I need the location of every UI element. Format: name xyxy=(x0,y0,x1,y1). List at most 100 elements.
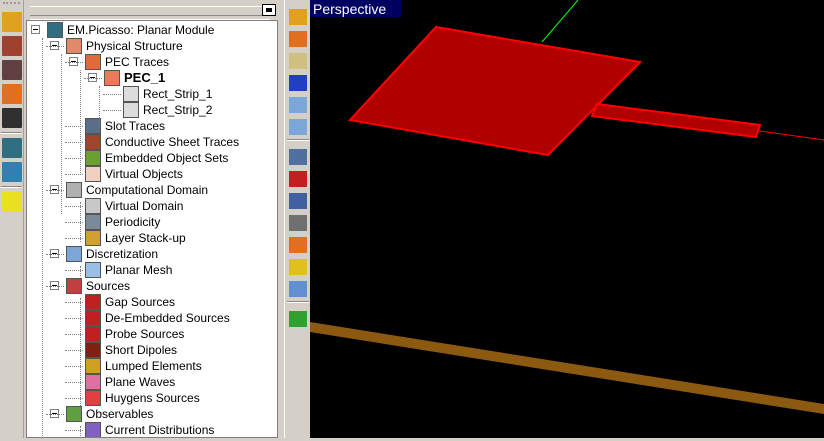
ground-plane xyxy=(310,322,824,414)
virtual-objects-icon xyxy=(85,166,101,182)
tree-item-label: Probe Sources xyxy=(105,327,185,341)
tree-item[interactable]: PEC_1 xyxy=(27,70,277,86)
tree-connector xyxy=(46,286,64,287)
tree-item[interactable]: Embedded Object Sets xyxy=(27,150,277,166)
graph-icon[interactable] xyxy=(289,215,307,231)
tree-item-label: Huygens Sources xyxy=(105,391,200,405)
scene-canvas[interactable] xyxy=(310,0,824,438)
panel-title-bar[interactable] xyxy=(30,6,270,16)
waveform-icon[interactable] xyxy=(289,31,307,47)
plane-wave-icon xyxy=(85,374,101,390)
tree-item[interactable]: Gap Sources xyxy=(27,294,277,310)
toolbar-separator xyxy=(287,139,309,141)
tree-item-label: Periodicity xyxy=(105,215,161,229)
tree-item-label: Virtual Domain xyxy=(105,199,184,213)
terrain-module-icon[interactable] xyxy=(2,36,22,56)
mesh-settings-icon[interactable] xyxy=(289,119,307,135)
rect-strip-icon xyxy=(123,86,139,102)
excel-variables-icon[interactable] xyxy=(289,171,307,187)
tree-item[interactable]: Discretization xyxy=(27,246,277,262)
tree-connector xyxy=(46,254,64,255)
tree-connector xyxy=(103,110,121,111)
box-domain-icon[interactable] xyxy=(289,75,307,91)
mom-module-icon[interactable] xyxy=(2,108,22,128)
tree-item[interactable]: Huygens Sources xyxy=(27,390,277,406)
tree-item-label: PEC Traces xyxy=(105,55,170,69)
y-axis-line xyxy=(541,0,579,43)
planar-module-icon[interactable] xyxy=(2,138,22,158)
tree-item[interactable]: Probe Sources xyxy=(27,326,277,342)
tree-item[interactable]: Computational Domain xyxy=(27,182,277,198)
tree-item-label: PEC_1 xyxy=(124,70,166,85)
function-icon[interactable] xyxy=(289,149,307,165)
cad-module-icon[interactable] xyxy=(2,12,22,32)
planar-mesh-icon xyxy=(85,262,101,278)
tree-item[interactable]: Layer Stack-up xyxy=(27,230,277,246)
plot-data-icon[interactable] xyxy=(289,259,307,275)
tree-item-label: Physical Structure xyxy=(86,39,183,53)
tools-toolbar xyxy=(284,0,310,438)
navigation-tree: EM.Picasso: Planar Module Physical Struct… xyxy=(26,20,278,438)
power-variable-icon[interactable] xyxy=(289,193,307,209)
tree-item[interactable]: PEC Traces xyxy=(27,54,277,70)
patch-rect-strip-1[interactable] xyxy=(348,25,643,157)
tree-item[interactable]: Physical Structure xyxy=(27,38,277,54)
propagation-module-icon[interactable] xyxy=(2,162,22,182)
mesh-grid-icon[interactable] xyxy=(289,97,307,113)
tree-item[interactable]: De-Embedded Sources xyxy=(27,310,277,326)
tree-item-label: Rect_Strip_2 xyxy=(143,103,213,117)
huygens-source-icon xyxy=(85,390,101,406)
rect-strip-icon xyxy=(123,102,139,118)
tree-item-label: Computational Domain xyxy=(86,183,209,197)
tree-connector xyxy=(42,38,43,437)
toolbar-grip[interactable] xyxy=(3,2,20,8)
feed-rect-strip-2[interactable] xyxy=(590,102,762,139)
module-toolbar xyxy=(0,0,24,438)
tree-item[interactable]: Short Dipoles xyxy=(27,342,277,358)
embedded-objects-icon xyxy=(85,150,101,166)
tree-item-label: Gap Sources xyxy=(105,295,176,309)
fdtd-module-icon[interactable] xyxy=(2,84,22,104)
tree-item[interactable]: Lumped Elements xyxy=(27,358,277,374)
ruler-icon[interactable] xyxy=(289,9,307,25)
tree-item-label: Embedded Object Sets xyxy=(105,151,229,165)
check-icon[interactable] xyxy=(289,237,307,253)
wave-module-icon[interactable] xyxy=(2,60,22,80)
tree-item-label: Observables xyxy=(86,407,154,421)
tree-item[interactable]: Current Distributions xyxy=(27,422,277,437)
maximize-button[interactable] xyxy=(262,4,276,16)
toolbar-separator xyxy=(1,132,22,134)
probe-source-icon xyxy=(85,326,101,342)
tree-item-label: Lumped Elements xyxy=(105,359,202,373)
tree-item[interactable]: EM.Picasso: Planar Module xyxy=(27,22,277,38)
tree-item[interactable]: Slot Traces xyxy=(27,118,277,134)
tree-item[interactable]: Plane Waves xyxy=(27,374,277,390)
tree-item[interactable]: Rect_Strip_2 xyxy=(27,102,277,118)
physical-structure-icon xyxy=(66,38,82,54)
tree-item[interactable]: Planar Mesh xyxy=(27,262,277,278)
pec-group-icon xyxy=(104,70,120,86)
tree-item-label: Layer Stack-up xyxy=(105,231,186,245)
materials-icon[interactable] xyxy=(289,53,307,69)
toolbar-separator xyxy=(1,186,22,188)
de-embedded-source-icon xyxy=(85,310,101,326)
3d-viewport[interactable]: Perspective xyxy=(310,0,824,438)
virtual-domain-icon xyxy=(85,198,101,214)
calculator-icon[interactable] xyxy=(289,281,307,297)
tree-item[interactable]: Rect_Strip_1 xyxy=(27,86,277,102)
globe-icon[interactable] xyxy=(2,192,22,212)
tree-item[interactable]: Virtual Objects xyxy=(27,166,277,182)
layer-stackup-icon xyxy=(85,230,101,246)
tree-item-label: De-Embedded Sources xyxy=(105,311,230,325)
tree-connector xyxy=(80,70,81,175)
tree-item[interactable]: Observables xyxy=(27,406,277,422)
collapse-toggle[interactable] xyxy=(31,25,40,34)
tree-item[interactable]: Periodicity xyxy=(27,214,277,230)
run-simulation-icon[interactable] xyxy=(289,311,307,327)
toolbar-separator xyxy=(287,301,309,303)
tree-item[interactable]: Virtual Domain xyxy=(27,198,277,214)
tree-item-label: Plane Waves xyxy=(105,375,176,389)
tree-item[interactable]: Sources xyxy=(27,278,277,294)
tree-item[interactable]: Conductive Sheet Traces xyxy=(27,134,277,150)
current-distribution-icon xyxy=(85,422,101,437)
